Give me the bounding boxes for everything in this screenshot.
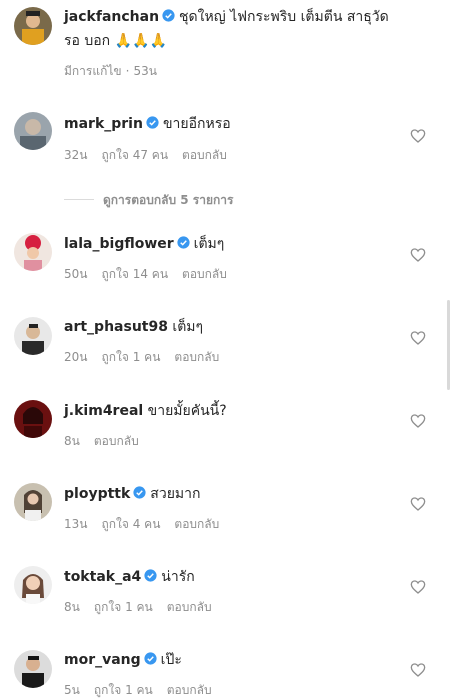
- comment-line: toktak_a4 น่ารัก: [64, 568, 195, 587]
- verified-badge-icon: [144, 652, 157, 665]
- likes-count[interactable]: ถูกใจ 14 คน: [101, 267, 168, 281]
- avatar[interactable]: [14, 566, 52, 604]
- comment-line: art_phasut98 เต็มๆ: [64, 318, 203, 337]
- likes-count[interactable]: ถูกใจ 1 คน: [94, 683, 153, 697]
- verified-badge-icon: [177, 236, 190, 249]
- avatar[interactable]: [14, 400, 52, 438]
- scrollbar[interactable]: [447, 300, 450, 390]
- comment-text: ขายมั้ยคันนี้?: [147, 403, 227, 419]
- reply-button[interactable]: ตอบกลับ: [182, 267, 227, 281]
- username[interactable]: lala_bigflower: [64, 236, 174, 252]
- comment-line: j.kim4real ขายมั้ยคันนี้?: [64, 402, 227, 421]
- caption-text-continued: รอ บอก 🙏🙏🙏: [64, 33, 167, 49]
- reply-button[interactable]: ตอบกลับ: [167, 600, 212, 614]
- comment-text: สวยมาก: [150, 486, 201, 502]
- username[interactable]: art_phasut98: [64, 319, 168, 335]
- comment-meta: 5น ถูกใจ 1 คน ตอบกลับ: [64, 681, 226, 700]
- avatar[interactable]: [14, 112, 52, 150]
- verified-badge-icon: [133, 486, 146, 499]
- comment-text: เป๊ะ: [160, 652, 182, 668]
- heart-icon[interactable]: [410, 413, 426, 429]
- separator: ·: [125, 64, 130, 78]
- likes-count[interactable]: ถูกใจ 1 คน: [101, 350, 160, 364]
- reply-button[interactable]: ตอบกลับ: [182, 148, 227, 162]
- heart-icon[interactable]: [410, 496, 426, 512]
- timestamp: 32น: [64, 148, 88, 162]
- comment-meta: 8น ตอบกลับ: [64, 432, 153, 451]
- comment-text: น่ารัก: [161, 569, 195, 585]
- view-replies-button[interactable]: ดูการตอบกลับ 5 รายการ: [103, 191, 233, 210]
- reply-button[interactable]: ตอบกลับ: [174, 350, 219, 364]
- caption-line-1: jackfanchan ชุดใหญ่ ไฟกระพริบ เต็มตีน สาธ…: [64, 8, 389, 27]
- caption-text: ชุดใหญ่ ไฟกระพริบ เต็มตีน สาธุวัด: [179, 9, 389, 25]
- username[interactable]: ploypttk: [64, 486, 130, 502]
- reply-button[interactable]: ตอบกลับ: [174, 517, 219, 531]
- username[interactable]: mark_prin: [64, 116, 143, 132]
- timestamp: 8น: [64, 600, 80, 614]
- timestamp: 5น: [64, 683, 80, 697]
- comment-meta: 20น ถูกใจ 1 คน ตอบกลับ: [64, 348, 233, 367]
- avatar[interactable]: [14, 233, 52, 271]
- likes-count[interactable]: ถูกใจ 47 คน: [101, 148, 168, 162]
- timestamp: 53น: [133, 64, 157, 78]
- edited-label: มีการแก้ไข: [64, 64, 122, 78]
- username[interactable]: toktak_a4: [64, 569, 141, 585]
- likes-count[interactable]: ถูกใจ 4 คน: [101, 517, 160, 531]
- heart-icon[interactable]: [410, 128, 426, 144]
- verified-badge-icon: [162, 9, 175, 22]
- avatar[interactable]: [14, 7, 52, 45]
- heart-icon[interactable]: [410, 247, 426, 263]
- comment-meta: 32น ถูกใจ 47 คน ตอบกลับ: [64, 146, 241, 165]
- timestamp: 20น: [64, 350, 88, 364]
- comment-text: ขายอีกหรอ: [162, 116, 231, 132]
- verified-badge-icon: [144, 569, 157, 582]
- caption-meta: มีการแก้ไข · 53น: [64, 62, 171, 81]
- avatar[interactable]: [14, 317, 52, 355]
- verified-badge-icon: [146, 116, 159, 129]
- timestamp: 50น: [64, 267, 88, 281]
- comment-meta: 13น ถูกใจ 4 คน ตอบกลับ: [64, 515, 233, 534]
- heart-icon[interactable]: [410, 579, 426, 595]
- reply-button[interactable]: ตอบกลับ: [167, 683, 212, 697]
- avatar[interactable]: [14, 650, 52, 688]
- comment-line: lala_bigflower เต็มๆ: [64, 235, 224, 254]
- comment-text: เต็มๆ: [193, 236, 225, 252]
- timestamp: 8น: [64, 434, 80, 448]
- comment-text: เต็มๆ: [172, 319, 204, 335]
- comment-line: ploypttk สวยมาก: [64, 485, 200, 504]
- comment-meta: 50น ถูกใจ 14 คน ตอบกลับ: [64, 265, 241, 284]
- replies-divider: [64, 199, 94, 200]
- username[interactable]: jackfanchan: [64, 9, 159, 25]
- likes-count[interactable]: ถูกใจ 1 คน: [94, 600, 153, 614]
- reply-button[interactable]: ตอบกลับ: [94, 434, 139, 448]
- caption-line-2: รอ บอก 🙏🙏🙏: [64, 32, 167, 51]
- avatar[interactable]: [14, 483, 52, 521]
- username[interactable]: j.kim4real: [64, 403, 143, 419]
- timestamp: 13น: [64, 517, 88, 531]
- heart-icon[interactable]: [410, 662, 426, 678]
- heart-icon[interactable]: [410, 330, 426, 346]
- comment-line: mark_prin ขายอีกหรอ: [64, 115, 231, 134]
- username[interactable]: mor_vang: [64, 652, 141, 668]
- comment-meta: 8น ถูกใจ 1 คน ตอบกลับ: [64, 598, 226, 617]
- comment-line: mor_vang เป๊ะ: [64, 651, 182, 670]
